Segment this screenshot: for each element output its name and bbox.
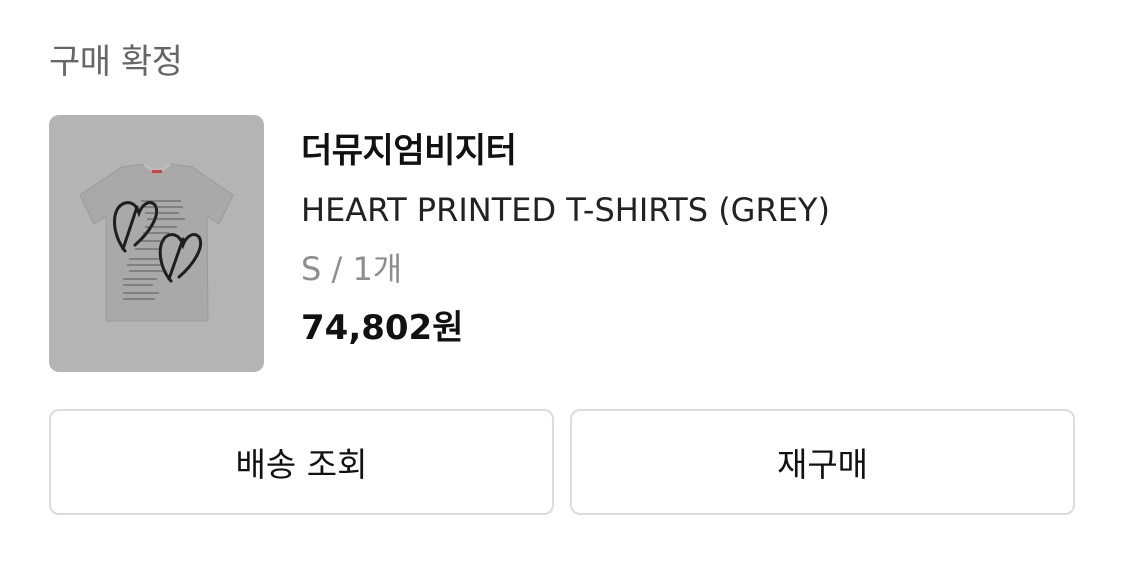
t-shirt-image xyxy=(79,162,234,322)
brand-name[interactable]: 더뮤지엄비지터 xyxy=(301,127,1081,175)
track-delivery-button[interactable]: 배송 조회 xyxy=(49,409,554,515)
product-option: S / 1개 xyxy=(301,250,403,288)
product-price: 74,802원 xyxy=(301,308,464,348)
rebuy-button[interactable]: 재구매 xyxy=(570,409,1075,515)
product-thumbnail[interactable] xyxy=(49,115,264,372)
product-info: 더뮤지엄비지터 HEART PRINTED T-SHIRTS (GREY) S … xyxy=(301,127,1081,352)
order-status-label: 구매 확정 xyxy=(49,42,183,82)
product-name[interactable]: HEART PRINTED T-SHIRTS (GREY) xyxy=(301,186,1081,234)
